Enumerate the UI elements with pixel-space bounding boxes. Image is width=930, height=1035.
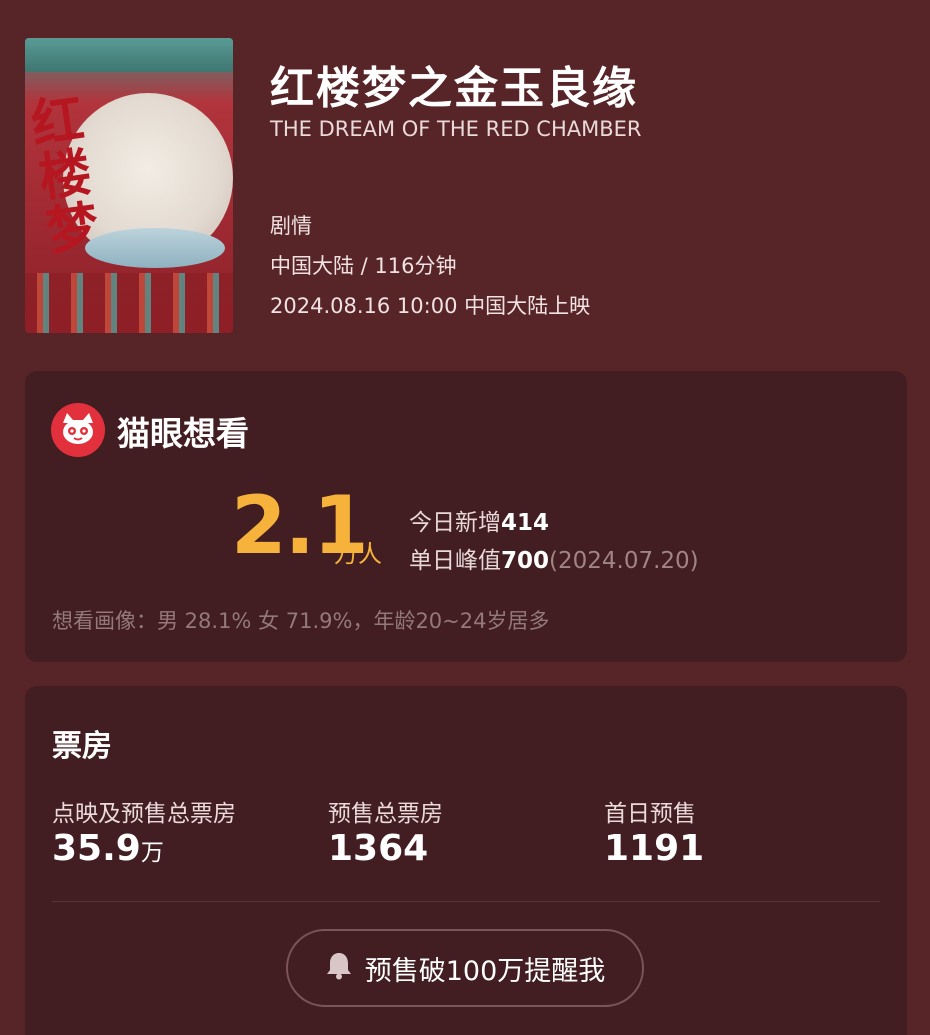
presale-total-value: 35.9万 [52,828,164,869]
box-office-card: 票房 点映及预售总票房 35.9万 预售总票房 1364 首日预售 1191 预… [25,686,907,1035]
divider [52,901,880,902]
today-new-value: 414 [501,510,550,536]
want-count-unit: 万人 [334,540,382,568]
today-new-stat: 今日新增414 [409,503,549,537]
cat-eye-logo-icon [51,403,105,457]
today-new-label: 今日新增 [409,510,501,536]
want-brand-title: 猫眼想看 [117,414,249,453]
presale-box-value: 1364 [328,828,429,869]
movie-region-duration: 中国大陆 / 116分钟 [270,254,457,278]
movie-poster[interactable]: 红楼梦 [25,38,233,333]
presale-total-number: 35.9 [52,828,141,869]
movie-title: 红楼梦之金玉良缘 [270,63,638,114]
daily-peak-date: (2024.07.20) [549,548,699,574]
presale-box-label: 预售总票房 [328,801,443,827]
audience-portrait: 想看画像：男 28.1% 女 71.9%，年龄20~24岁居多 [52,609,550,633]
daily-peak-stat: 单日峰值700(2024.07.20) [409,541,699,575]
presale-remind-label: 预售破100万提醒我 [364,955,606,987]
movie-release-date: 2024.08.16 10:00 中国大陆上映 [270,294,591,318]
presale-remind-button[interactable]: 预售破100万提醒我 [286,929,644,1007]
presale-total-label: 点映及预售总票房 [52,801,236,827]
bell-icon [325,950,353,987]
daily-peak-label: 单日峰值 [409,548,501,574]
movie-genre: 剧情 [270,214,312,238]
want-to-see-card: 猫眼想看 2.1 万人 今日新增414 单日峰值700(2024.07.20) … [25,371,907,662]
first-day-presale-value: 1191 [604,828,705,869]
poster-roof-decoration [25,38,233,72]
poster-figures-decoration [25,273,233,333]
daily-peak-value: 700 [501,548,550,574]
movie-english-title: THE DREAM OF THE RED CHAMBER [270,117,642,141]
box-office-title: 票房 [52,729,112,764]
presale-total-unit: 万 [140,840,164,866]
first-day-presale-label: 首日预售 [604,801,696,827]
